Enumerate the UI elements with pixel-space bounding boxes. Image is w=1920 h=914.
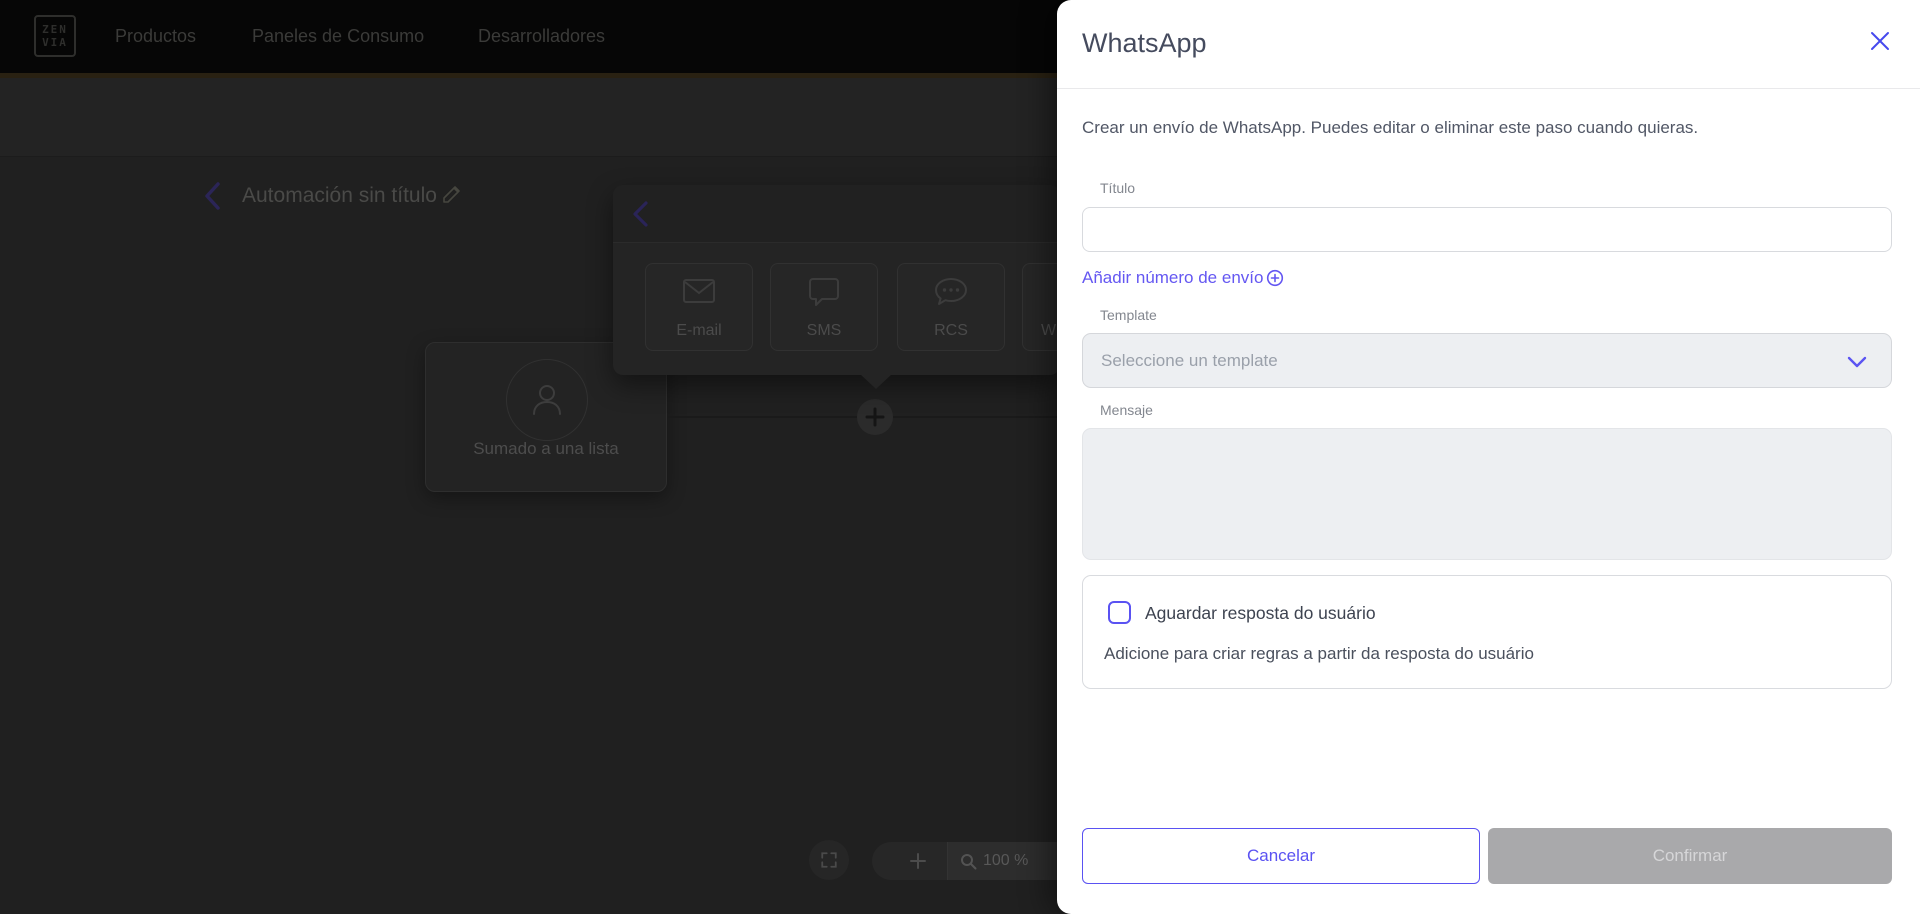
node-avatar xyxy=(506,359,588,441)
zoom-controls: 100 % xyxy=(872,842,1058,880)
channel-picker-popup: E-mail SMS RCS W xyxy=(613,185,1130,375)
channel-label: RCS xyxy=(934,322,968,339)
rcs-bubble-dots-icon xyxy=(898,276,1004,308)
chevron-left-icon xyxy=(205,182,220,210)
drawer-description: Crear un envío de WhatsApp. Puedes edita… xyxy=(1082,118,1699,137)
whatsapp-drawer: WhatsApp Crear un envío de WhatsApp. Pue… xyxy=(1057,0,1920,914)
nav-item-productos[interactable]: Productos xyxy=(115,0,196,73)
fullscreen-icon xyxy=(821,852,837,868)
template-select[interactable]: Seleccione un template xyxy=(1082,333,1892,388)
back-button[interactable] xyxy=(198,178,228,214)
channel-label: E-mail xyxy=(676,322,722,339)
close-drawer-button[interactable] xyxy=(1863,24,1897,58)
plus-icon xyxy=(910,853,926,869)
chevron-left-icon xyxy=(633,201,648,227)
fullscreen-button[interactable] xyxy=(809,840,849,880)
node-label: Sumado a una lista xyxy=(473,439,619,458)
template-placeholder: Seleccione un template xyxy=(1101,350,1278,370)
logo-text-bottom: VIA xyxy=(42,35,68,49)
close-icon xyxy=(1871,32,1889,50)
channel-card-email[interactable]: E-mail xyxy=(645,263,753,351)
add-step-button[interactable] xyxy=(857,399,893,435)
template-field-label: Template xyxy=(1100,307,1157,323)
add-circle-icon xyxy=(1267,269,1284,287)
zenvia-logo[interactable]: ZEN VIA xyxy=(34,15,76,57)
zoom-level-control[interactable]: 100 % xyxy=(948,842,1058,880)
add-send-number-link[interactable]: Añadir número de envío xyxy=(1082,268,1284,288)
logo-text-top: ZEN xyxy=(42,22,68,36)
mensaje-field-label: Mensaje xyxy=(1100,402,1153,418)
person-icon xyxy=(533,385,561,415)
cancel-button[interactable]: Cancelar xyxy=(1082,828,1480,884)
channel-card-sms[interactable]: SMS xyxy=(770,263,878,351)
await-response-checkbox[interactable] xyxy=(1108,601,1131,624)
zoom-level-text: 100 % xyxy=(983,852,1029,869)
nav-item-desarrolladores[interactable]: Desarrolladores xyxy=(478,0,605,73)
add-send-number-label: Añadir número de envío xyxy=(1082,268,1264,287)
popup-caret xyxy=(860,374,892,389)
drawer-title: WhatsApp xyxy=(1082,28,1207,58)
cancel-button-label: Cancelar xyxy=(1246,846,1316,865)
email-envelope-icon xyxy=(646,276,752,306)
channel-label: SMS xyxy=(806,322,842,339)
titulo-field-label: Título xyxy=(1100,180,1136,196)
chevron-down-icon xyxy=(1847,356,1867,368)
await-response-card: Aguardar resposta do usuário Adicione pa… xyxy=(1082,575,1892,689)
channel-popup-header xyxy=(613,185,1060,243)
edit-title-button[interactable] xyxy=(440,182,466,208)
plus-icon xyxy=(865,407,885,427)
sms-bubble-icon xyxy=(771,276,877,308)
titulo-input[interactable] xyxy=(1082,207,1892,252)
mensaje-textarea[interactable] xyxy=(1082,428,1892,560)
automation-title: Automación sin título xyxy=(242,184,437,207)
nav-item-paneles-de-consumo[interactable]: Paneles de Consumo xyxy=(252,0,424,73)
header-divider xyxy=(1057,88,1920,89)
magnifier-icon xyxy=(961,853,977,869)
await-response-help: Adicione para criar regras a partir da r… xyxy=(1104,644,1534,663)
zoom-in-button[interactable] xyxy=(898,842,938,880)
await-response-label: Aguardar resposta do usuário xyxy=(1145,603,1376,623)
popup-back-button[interactable] xyxy=(628,198,654,230)
pencil-icon xyxy=(443,186,460,203)
confirm-button-label: Confirmar xyxy=(1652,846,1728,865)
channel-card-rcs[interactable]: RCS xyxy=(897,263,1005,351)
confirm-button[interactable]: Confirmar xyxy=(1488,828,1892,884)
